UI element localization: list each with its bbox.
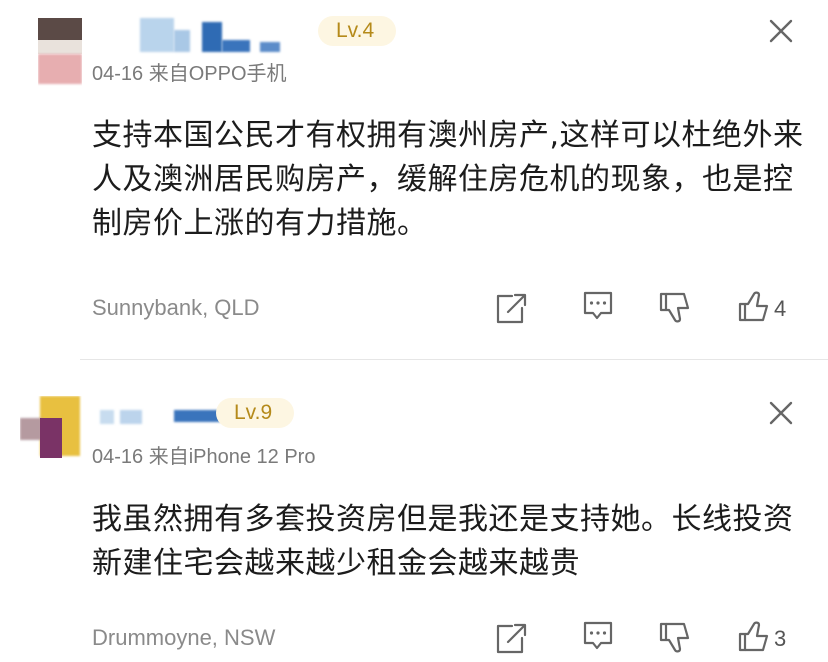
divider [80,359,828,360]
post-meta: 04-16 来自iPhone 12 Pro [92,446,316,468]
comment-icon[interactable] [580,618,616,654]
share-icon[interactable] [492,290,528,326]
location: Sunnybank, QLD [92,295,260,320]
dislike-icon[interactable] [657,620,693,656]
post-meta: 04-16 来自OPPO手机 [92,63,287,85]
avatar[interactable] [38,18,82,86]
like-count: 3 [774,626,787,651]
username[interactable] [100,392,230,424]
close-icon[interactable] [768,400,794,426]
like-icon[interactable] [736,288,772,324]
comment-icon[interactable] [580,288,616,324]
comment-item: Lv.9 04-16 来自iPhone 12 Pro 我虽然拥有多套投资房但是我… [0,362,828,662]
username[interactable] [130,18,290,52]
level-badge: Lv.9 [216,398,295,428]
close-icon[interactable] [768,18,794,44]
share-icon[interactable] [492,620,528,656]
comment-text: 支持本国公民才有权拥有澳州房产,这样可以杜绝外来人及澳洲居民购房产，缓解住房危机… [92,118,804,241]
comment-item: Lv.4 04-16 来自OPPO手机 支持本国公民才有权拥有澳州房产,这样可以… [0,0,828,360]
level-badge: Lv.4 [318,16,397,46]
like-icon[interactable] [736,618,772,654]
location: Drummoyne, NSW [92,625,276,650]
avatar[interactable] [20,396,82,460]
like-count: 4 [774,296,787,321]
comment-text: 我虽然拥有多套投资房但是我还是支持她。长线投资新建住宅会越来越少租金会越来越贵 [92,502,794,581]
dislike-icon[interactable] [657,290,693,326]
